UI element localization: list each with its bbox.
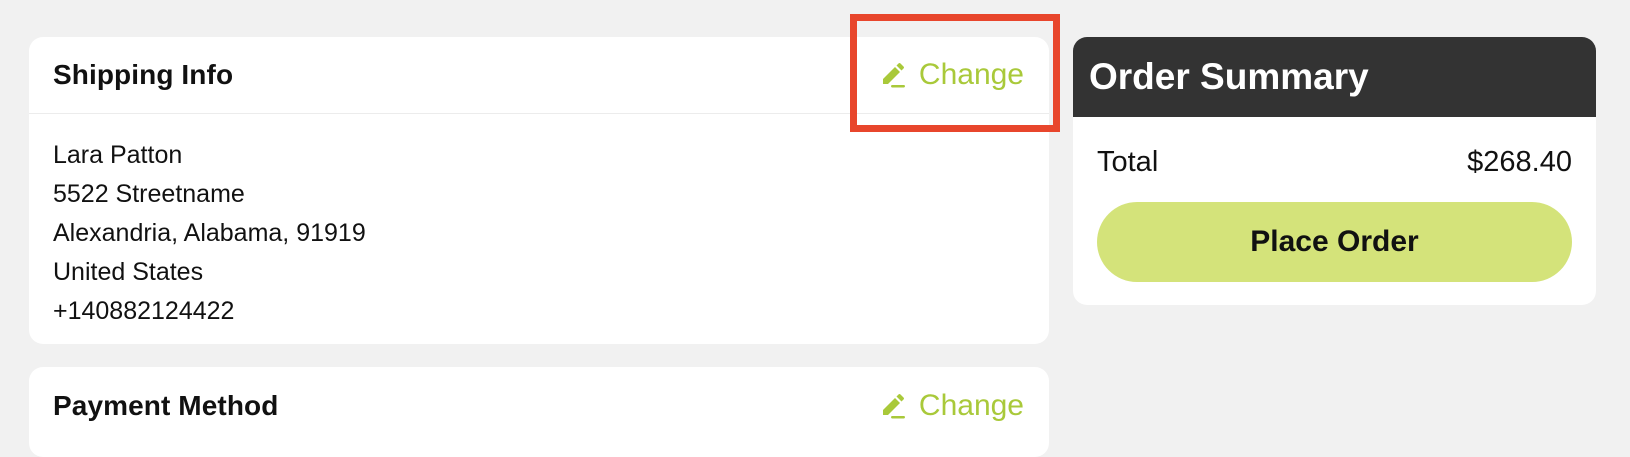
total-label: Total bbox=[1097, 145, 1159, 178]
payment-method-title: Payment Method bbox=[53, 389, 279, 421]
shipping-info-header: Shipping Info Change bbox=[29, 37, 1049, 114]
order-summary-card: Order Summary Total $268.40 Place Order bbox=[1073, 37, 1596, 305]
pencil-icon bbox=[882, 63, 905, 88]
shipping-change-link[interactable]: Change bbox=[879, 58, 1024, 92]
order-summary-title: Order Summary bbox=[1073, 37, 1596, 117]
payment-method-card: Payment Method Change bbox=[29, 367, 1049, 457]
payment-change-link[interactable]: Change bbox=[879, 389, 1024, 423]
pencil-icon bbox=[882, 393, 905, 418]
address-city-state-zip: Alexandria, Alabama, 91919 bbox=[53, 219, 366, 247]
address-phone: +140882124422 bbox=[53, 297, 235, 325]
shipping-info-title: Shipping Info bbox=[53, 59, 234, 90]
payment-change-label: Change bbox=[918, 388, 1024, 422]
total-value: $268.40 bbox=[1467, 145, 1572, 178]
address-street: 5522 Streetname bbox=[53, 180, 245, 208]
total-row: Total $268.40 bbox=[1073, 117, 1596, 207]
place-order-button[interactable]: Place Order bbox=[1097, 202, 1572, 282]
shipping-change-label: Change bbox=[918, 58, 1024, 91]
payment-method-header: Payment Method Change bbox=[29, 367, 1049, 444]
shipping-info-card: Shipping Info Change Lara Patton 5522 St… bbox=[29, 37, 1049, 344]
shipping-address: Lara Patton 5522 Streetname Alexandria, … bbox=[29, 114, 1049, 331]
address-country: United States bbox=[53, 258, 204, 286]
address-name: Lara Patton bbox=[53, 141, 183, 169]
